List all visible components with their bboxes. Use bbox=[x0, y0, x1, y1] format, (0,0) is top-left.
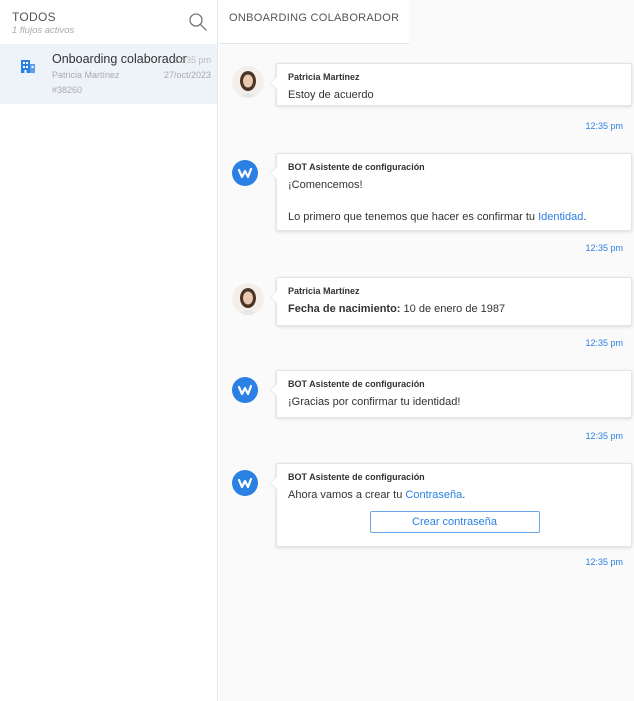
message-text-prefix: Lo primero que tenemos que hacer es conf… bbox=[288, 211, 536, 223]
message-sender: Patricia Martínez bbox=[288, 72, 360, 82]
bot-logo-icon bbox=[232, 377, 258, 403]
bot-logo-icon bbox=[232, 470, 258, 496]
message-bubble: BOT Asistente de configuración ¡Comencem… bbox=[270, 153, 632, 231]
password-link[interactable]: Contraseña bbox=[405, 489, 462, 501]
message-text-prefix: Ahora vamos a crear tu bbox=[288, 489, 403, 501]
sidebar-header: TODOS 1 flujos activos bbox=[0, 0, 217, 44]
birthdate-label: Fecha de nacimiento: bbox=[288, 303, 401, 315]
chat-title: ONBOARDING COLABORADOR bbox=[229, 12, 400, 24]
message-text: ¡Comencemos! bbox=[288, 179, 363, 191]
bot-logo-icon bbox=[232, 160, 258, 186]
message-time: 12:35 pm bbox=[585, 557, 623, 567]
flow-person-name: Patricia Martínez bbox=[52, 70, 120, 80]
message-text: Fecha de nacimiento: 10 de enero de 1987 bbox=[288, 302, 621, 316]
sidebar: TODOS 1 flujos activos Onboarding colabo… bbox=[0, 0, 218, 701]
user-avatar bbox=[232, 66, 264, 98]
message-text: Estoy de acuerdo bbox=[288, 89, 374, 101]
message-text: Ahora vamos a crear tu Contraseña. bbox=[288, 488, 621, 502]
chat-header: ONBOARDING COLABORADOR bbox=[219, 0, 409, 44]
sidebar-title: TODOS bbox=[12, 10, 56, 24]
message-bubble: Patricia Martínez Fecha de nacimiento: 1… bbox=[270, 277, 632, 326]
message-text: ¡Gracias por confirmar tu identidad! bbox=[288, 396, 461, 408]
flow-title: Onboarding colaborador bbox=[52, 52, 187, 66]
search-icon[interactable] bbox=[188, 12, 208, 32]
flow-time: 12:35 pm bbox=[173, 55, 211, 65]
message-text: Lo primero que tenemos que hacer es conf… bbox=[288, 210, 621, 224]
user-avatar bbox=[232, 283, 264, 315]
message-bubble: BOT Asistente de configuración Ahora vam… bbox=[270, 463, 632, 547]
sidebar-subtitle: 1 flujos activos bbox=[12, 25, 75, 36]
message-time: 12:35 pm bbox=[585, 243, 623, 253]
message-time: 12:35 pm bbox=[585, 121, 623, 131]
create-password-button[interactable]: Crear contraseña bbox=[369, 511, 540, 533]
flow-id: #38260 bbox=[52, 85, 83, 95]
birthdate-value: 10 de enero de 1987 bbox=[403, 303, 506, 315]
identity-link[interactable]: Identidad bbox=[538, 211, 583, 223]
flow-list-item[interactable]: Onboarding colaborador 12:35 pm Patricia… bbox=[0, 44, 217, 104]
message-sender: Patricia Martínez bbox=[288, 286, 360, 296]
chat-panel: ONBOARDING COLABORADOR Patricia Martínez… bbox=[219, 0, 634, 701]
flow-date: 27/oct/2023 bbox=[163, 70, 211, 80]
message-text-suffix: . bbox=[462, 489, 466, 501]
message-time: 12:35 pm bbox=[585, 431, 623, 441]
building-icon bbox=[21, 60, 35, 73]
message-time: 12:35 pm bbox=[585, 338, 623, 348]
message-bubble: Patricia Martínez Estoy de acuerdo bbox=[270, 63, 632, 106]
message-sender: BOT Asistente de configuración bbox=[288, 472, 425, 482]
message-text-suffix: . bbox=[583, 211, 587, 223]
message-bubble: BOT Asistente de configuración ¡Gracias … bbox=[270, 370, 632, 418]
message-sender: BOT Asistente de configuración bbox=[288, 162, 425, 172]
message-sender: BOT Asistente de configuración bbox=[288, 379, 425, 389]
